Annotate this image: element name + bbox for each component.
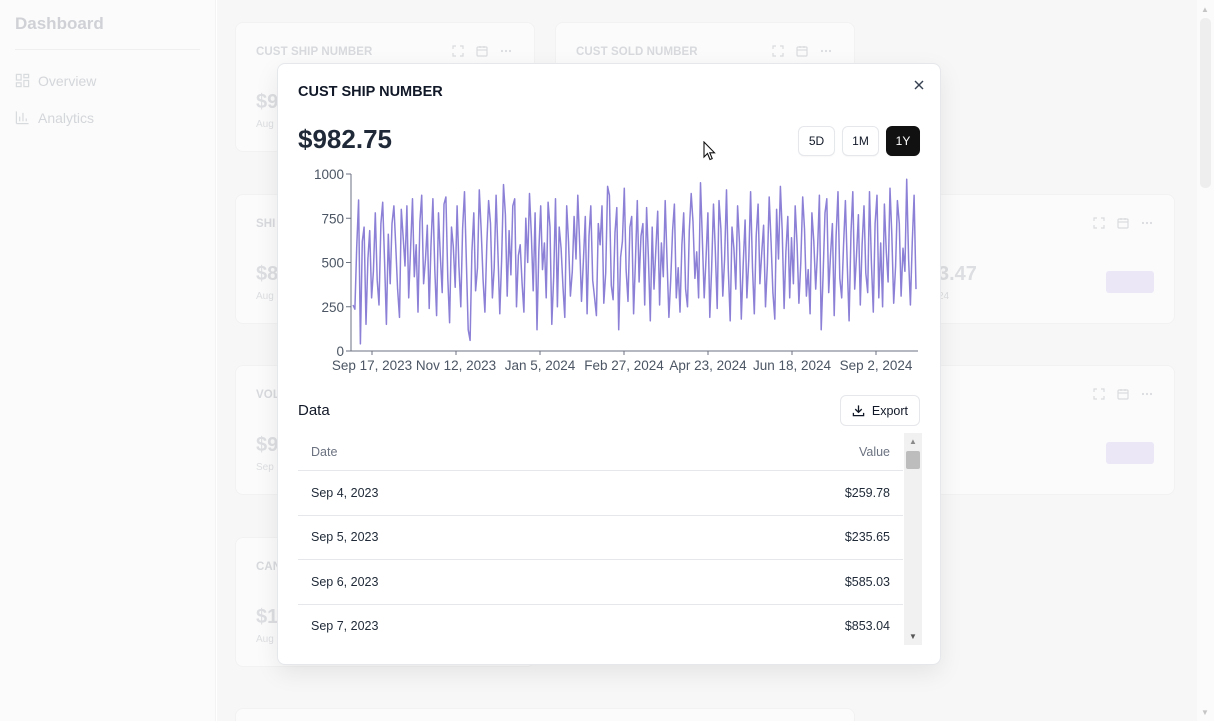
cell-date: Sep 6, 2023 — [311, 574, 379, 589]
column-header-value[interactable]: Value — [859, 445, 890, 459]
x-tick-label: Jun 18, 2024 — [753, 358, 832, 373]
y-tick-label: 1000 — [314, 168, 344, 182]
range-1y-button[interactable]: 1Y — [886, 126, 920, 156]
close-icon — [914, 80, 924, 90]
chart-modal: CUST SHIP NUMBER $982.75 5D 1M 1Y 0 250 50… — [277, 63, 941, 665]
line-chart: 0 250 500 750 1000 Sep 17, 2023 Nov 12, 2023 Ja… — [298, 167, 926, 378]
table-scrollbar[interactable]: ▲ ▼ — [904, 433, 922, 645]
y-tick-label: 250 — [321, 300, 344, 315]
series-line-0 — [352, 178, 917, 345]
table-row[interactable]: Sep 4, 2023 $259.78 — [298, 471, 903, 516]
line-chart-svg: 0 250 500 750 1000 Sep 17, 2023 Nov 12, 2023 Ja… — [314, 167, 918, 373]
range-selector: 5D 1M 1Y — [798, 126, 920, 156]
table-row[interactable]: Sep 7, 2023 $853.04 — [298, 605, 903, 646]
x-tick-label: Apr 23, 2024 — [669, 358, 747, 373]
scroll-down-arrow[interactable]: ▼ — [909, 632, 917, 641]
x-tick-label: Jan 5, 2024 — [505, 358, 576, 373]
cell-date: Sep 4, 2023 — [311, 485, 379, 500]
cell-value: $259.78 — [844, 485, 890, 500]
x-tick-label: Sep 17, 2023 — [332, 358, 412, 373]
x-tick-label: Sep 2, 2024 — [840, 358, 913, 373]
table-scrollbar-thumb[interactable] — [906, 451, 920, 469]
column-header-date[interactable]: Date — [311, 445, 337, 459]
export-label: Export — [871, 403, 908, 418]
x-tick-label: Feb 27, 2024 — [584, 358, 664, 373]
modal-title: CUST SHIP NUMBER — [298, 84, 443, 100]
cell-value: $585.03 — [844, 574, 890, 589]
x-tick-label: Nov 12, 2023 — [416, 358, 496, 373]
export-button[interactable]: Export — [839, 395, 920, 426]
y-tick-label: 0 — [336, 344, 344, 359]
cell-value: $235.65 — [844, 530, 890, 545]
y-tick-label: 500 — [321, 256, 344, 271]
data-table[interactable]: Date Value Sep 4, 2023 $259.78 Sep 5, 20… — [298, 433, 922, 645]
data-section-title: Data — [298, 402, 330, 419]
table-header: Date Value — [298, 433, 903, 471]
y-tick-label: 750 — [321, 211, 344, 226]
close-button[interactable] — [910, 76, 928, 94]
current-value: $982.75 — [298, 124, 392, 154]
range-5d-button[interactable]: 5D — [798, 126, 835, 156]
cell-value: $853.04 — [844, 619, 890, 634]
cell-date: Sep 7, 2023 — [311, 619, 379, 634]
table-row[interactable]: Sep 5, 2023 $235.65 — [298, 516, 903, 560]
mouse-cursor-icon — [703, 141, 716, 161]
scroll-up-arrow[interactable]: ▲ — [909, 437, 917, 446]
cell-date: Sep 5, 2023 — [311, 530, 379, 545]
table-row[interactable]: Sep 6, 2023 $585.03 — [298, 560, 903, 605]
download-icon — [852, 405, 865, 417]
range-1m-button[interactable]: 1M — [842, 126, 879, 156]
